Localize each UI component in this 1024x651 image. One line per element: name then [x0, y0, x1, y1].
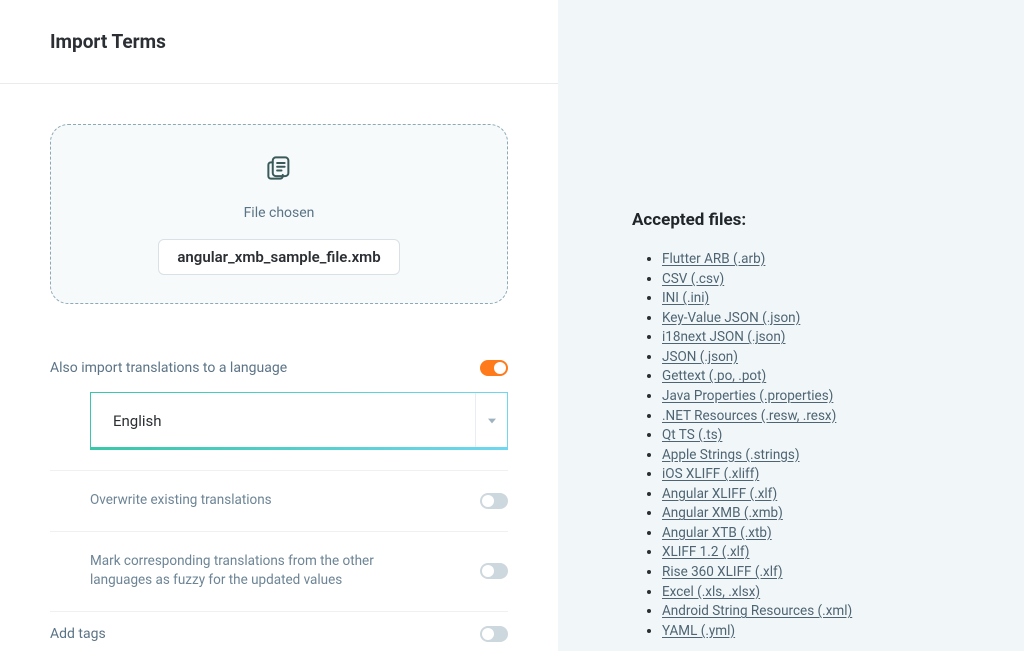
accepted-file-item: .NET Resources (.resw, .resx): [662, 407, 984, 427]
accepted-files-list: Flutter ARB (.arb) CSV (.csv) INI (.ini) Ke…: [632, 250, 984, 641]
chosen-file-name: angular_xmb_sample_file.xmb: [177, 248, 380, 266]
accepted-file-link[interactable]: CSV (.csv): [662, 271, 724, 287]
accepted-files-panel: Accepted files: Flutter ARB (.arb) CSV (.…: [558, 0, 1024, 651]
accepted-file-link[interactable]: Qt TS (.ts): [662, 427, 722, 443]
toggle-import-translations[interactable]: [480, 360, 508, 376]
file-dropzone[interactable]: File chosen angular_xmb_sample_file.xmb: [50, 124, 508, 304]
row-overwrite: Overwrite existing translations: [50, 471, 508, 532]
toggle-mark-fuzzy[interactable]: [480, 563, 508, 579]
accepted-file-item: CSV (.csv): [662, 270, 984, 290]
accepted-file-item: INI (.ini): [662, 289, 984, 309]
language-select[interactable]: English: [90, 392, 508, 450]
chosen-file-chip[interactable]: angular_xmb_sample_file.xmb: [158, 239, 399, 275]
toggle-overwrite[interactable]: [480, 493, 508, 509]
chevron-down-icon: [475, 393, 507, 448]
accepted-file-item: Gettext (.po, .pot): [662, 367, 984, 387]
label-import-translations: Also import translations to a language: [50, 358, 287, 378]
dropzone-status-label: File chosen: [244, 205, 315, 221]
accepted-file-link[interactable]: XLIFF 1.2 (.xlf): [662, 544, 749, 560]
accepted-file-item: Angular XLIFF (.xlf): [662, 485, 984, 505]
accepted-file-link[interactable]: .NET Resources (.resw, .resx): [662, 408, 836, 424]
accepted-file-link[interactable]: INI (.ini): [662, 290, 709, 306]
accepted-file-link[interactable]: Android String Resources (.xml): [662, 603, 852, 619]
accepted-file-link[interactable]: YAML (.yml): [662, 623, 735, 639]
toggle-add-tags[interactable]: [480, 626, 508, 642]
label-add-tags: Add tags: [50, 624, 106, 644]
accepted-file-item: XLIFF 1.2 (.xlf): [662, 543, 984, 563]
accepted-file-link[interactable]: Angular XMB (.xmb): [662, 505, 783, 521]
accepted-file-link[interactable]: Rise 360 XLIFF (.xlf): [662, 564, 783, 580]
accepted-file-item: iOS XLIFF (.xliff): [662, 465, 984, 485]
accepted-file-item: Angular XMB (.xmb): [662, 504, 984, 524]
row-add-tags: Add tags: [50, 612, 508, 644]
accepted-file-link[interactable]: Gettext (.po, .pot): [662, 368, 766, 384]
accepted-file-link[interactable]: Angular XLIFF (.xlf): [662, 486, 777, 502]
accepted-file-item: Excel (.xls, .xlsx): [662, 583, 984, 603]
label-overwrite: Overwrite existing translations: [90, 491, 272, 511]
accepted-file-item: i18next JSON (.json): [662, 328, 984, 348]
upload-icon: [264, 153, 294, 187]
accepted-file-link[interactable]: Excel (.xls, .xlsx): [662, 584, 760, 600]
accepted-file-item: JSON (.json): [662, 348, 984, 368]
accepted-file-item: Android String Resources (.xml): [662, 602, 984, 622]
accepted-file-link[interactable]: Flutter ARB (.arb): [662, 251, 765, 267]
page-header: Import Terms: [0, 0, 558, 84]
accepted-file-item: Qt TS (.ts): [662, 426, 984, 446]
accepted-file-link[interactable]: Key-Value JSON (.json): [662, 310, 800, 326]
accepted-file-item: Key-Value JSON (.json): [662, 309, 984, 329]
accepted-file-item: Java Properties (.properties): [662, 387, 984, 407]
accepted-file-link[interactable]: iOS XLIFF (.xliff): [662, 466, 759, 482]
row-import-translations: Also import translations to a language: [50, 344, 508, 392]
accepted-file-item: Rise 360 XLIFF (.xlf): [662, 563, 984, 583]
accepted-file-link[interactable]: Java Properties (.properties): [662, 388, 833, 404]
accepted-file-link[interactable]: i18next JSON (.json): [662, 329, 786, 345]
accepted-file-link[interactable]: JSON (.json): [662, 349, 738, 365]
accepted-file-item: Angular XTB (.xtb): [662, 524, 984, 544]
accepted-file-link[interactable]: Apple Strings (.strings): [662, 447, 800, 463]
accepted-file-item: Flutter ARB (.arb): [662, 250, 984, 270]
accepted-file-link[interactable]: Angular XTB (.xtb): [662, 525, 772, 541]
accepted-file-item: Apple Strings (.strings): [662, 446, 984, 466]
language-select-value: English: [91, 393, 475, 448]
row-mark-fuzzy: Mark corresponding translations from the…: [50, 532, 508, 612]
label-mark-fuzzy: Mark corresponding translations from the…: [90, 552, 430, 591]
page-title: Import Terms: [50, 30, 508, 53]
accepted-file-item: YAML (.yml): [662, 622, 984, 642]
accepted-files-heading: Accepted files:: [632, 210, 984, 230]
